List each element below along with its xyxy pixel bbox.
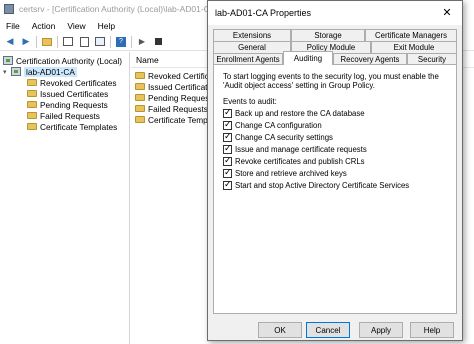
back-icon[interactable]: ◀ xyxy=(4,36,16,48)
folder-icon xyxy=(27,123,37,130)
audit-change-security[interactable]: Change CA security settings xyxy=(223,131,333,143)
toolbar-separator xyxy=(36,35,37,48)
list-item[interactable]: Pending Requests xyxy=(135,92,216,103)
folder-icon xyxy=(135,94,145,101)
forward-icon[interactable]: ▶ xyxy=(20,36,32,48)
checkbox-label: Back up and restore the CA database xyxy=(235,109,365,118)
audit-store-retrieve[interactable]: Store and retrieve archived keys xyxy=(223,167,347,179)
menu-view[interactable]: View xyxy=(67,21,85,31)
stop-icon[interactable] xyxy=(152,36,164,48)
list-item-label: Failed Requests xyxy=(148,103,208,114)
tab-auditing[interactable]: Auditing xyxy=(283,51,333,65)
console-tree: Certification Authority (Local) ▾ lab-AD… xyxy=(0,52,130,344)
tab-exit-module[interactable]: Exit Module xyxy=(371,41,457,53)
dialog-title-bar: lab-AD01-CA Properties ✕ xyxy=(208,1,462,25)
audit-revoke-publish[interactable]: Revoke certificates and publish CRLs xyxy=(223,155,365,167)
checkbox[interactable] xyxy=(223,179,232,190)
tree-item-label: Certificate Templates xyxy=(40,121,118,132)
list-item[interactable]: Failed Requests xyxy=(135,103,208,114)
ok-button[interactable]: OK xyxy=(258,322,302,338)
list-item-label: Issued Certificates xyxy=(148,81,217,92)
certsrv-app-icon xyxy=(4,4,14,14)
folder-icon xyxy=(135,83,145,90)
tree-item-pending[interactable]: Pending Requests xyxy=(27,99,108,110)
tree-root-label: Certification Authority (Local) xyxy=(16,55,123,66)
checkbox[interactable] xyxy=(223,167,232,178)
help-icon[interactable]: ? xyxy=(115,36,127,48)
refresh-icon[interactable] xyxy=(94,36,106,48)
folder-icon xyxy=(27,101,37,108)
checkbox-label: Revoke certificates and publish CRLs xyxy=(235,157,365,166)
column-header-name[interactable]: Name xyxy=(136,55,159,65)
folder-icon xyxy=(27,79,37,86)
tree-item-templates[interactable]: Certificate Templates xyxy=(27,121,117,132)
window-title: certsrv - [Certification Authority (Loca… xyxy=(19,4,218,14)
tab-certificate-managers[interactable]: Certificate Managers xyxy=(365,29,457,41)
tree-ca-label: lab-AD01-CA xyxy=(24,66,77,77)
tab-storage[interactable]: Storage xyxy=(291,29,365,41)
auditing-panel: To start logging events to the security … xyxy=(213,64,457,314)
audit-change-config[interactable]: Change CA configuration xyxy=(223,119,322,131)
checkbox[interactable] xyxy=(223,131,232,142)
checkbox[interactable] xyxy=(223,107,232,118)
cancel-button[interactable]: Cancel xyxy=(306,322,350,338)
audit-issue-manage[interactable]: Issue and manage certificate requests xyxy=(223,143,367,155)
play-icon[interactable]: ▶ xyxy=(136,36,148,48)
toolbar-separator xyxy=(110,35,111,48)
tree-item-revoked[interactable]: Revoked Certificates xyxy=(27,77,117,88)
audit-backup-restore[interactable]: Back up and restore the CA database xyxy=(223,107,365,119)
checkbox-label: Change CA security settings xyxy=(235,133,333,142)
show-hide-tree-icon[interactable] xyxy=(62,36,74,48)
menu-action[interactable]: Action xyxy=(32,21,56,31)
toolbar-separator xyxy=(57,35,58,48)
toolbar-separator xyxy=(131,35,132,48)
tab-extensions[interactable]: Extensions xyxy=(213,29,291,41)
checkbox[interactable] xyxy=(223,119,232,130)
dialog-title: lab-AD01-CA Properties xyxy=(215,8,312,18)
tree-item-label: Pending Requests xyxy=(40,99,108,110)
folder-icon xyxy=(135,72,145,79)
chevron-down-icon[interactable]: ▾ xyxy=(3,68,9,76)
tree-item-label: Failed Requests xyxy=(40,110,100,121)
folder-icon xyxy=(135,105,145,112)
help-button[interactable]: Help xyxy=(410,322,454,338)
tree-root[interactable]: Certification Authority (Local) xyxy=(3,55,122,66)
checkbox[interactable] xyxy=(223,143,232,154)
folder-up-icon[interactable] xyxy=(41,36,53,48)
folder-icon xyxy=(27,90,37,97)
list-item-label: Pending Requests xyxy=(148,92,216,103)
audit-start-stop[interactable]: Start and stop Active Directory Certific… xyxy=(223,179,410,191)
properties-dialog: lab-AD01-CA Properties ✕ Extensions Stor… xyxy=(207,0,463,341)
menu-file[interactable]: File xyxy=(6,21,20,31)
tree-item-label: Issued Certificates xyxy=(40,88,109,99)
checkbox-label: Store and retrieve archived keys xyxy=(235,169,347,178)
ca-root-icon xyxy=(3,56,13,65)
ca-server-icon xyxy=(11,67,21,76)
checkbox-label: Start and stop Active Directory Certific… xyxy=(235,181,410,190)
close-icon[interactable]: ✕ xyxy=(440,5,454,19)
checkbox[interactable] xyxy=(223,155,232,166)
audit-description: To start logging events to the security … xyxy=(223,72,439,90)
tree-ca-node[interactable]: ▾ lab-AD01-CA xyxy=(3,66,77,77)
menu-help[interactable]: Help xyxy=(98,21,115,31)
export-icon[interactable] xyxy=(78,36,90,48)
folder-icon xyxy=(27,112,37,119)
folder-icon xyxy=(135,116,145,123)
tree-item-issued[interactable]: Issued Certificates xyxy=(27,88,108,99)
checkbox-label: Change CA configuration xyxy=(235,121,322,130)
tree-item-failed[interactable]: Failed Requests xyxy=(27,110,100,121)
events-to-audit-label: Events to audit: xyxy=(223,97,277,106)
tab-general[interactable]: General xyxy=(213,41,291,53)
checkbox-label: Issue and manage certificate requests xyxy=(235,145,367,154)
list-item[interactable]: Issued Certificates xyxy=(135,81,216,92)
apply-button[interactable]: Apply xyxy=(359,322,403,338)
tree-item-label: Revoked Certificates xyxy=(40,77,117,88)
